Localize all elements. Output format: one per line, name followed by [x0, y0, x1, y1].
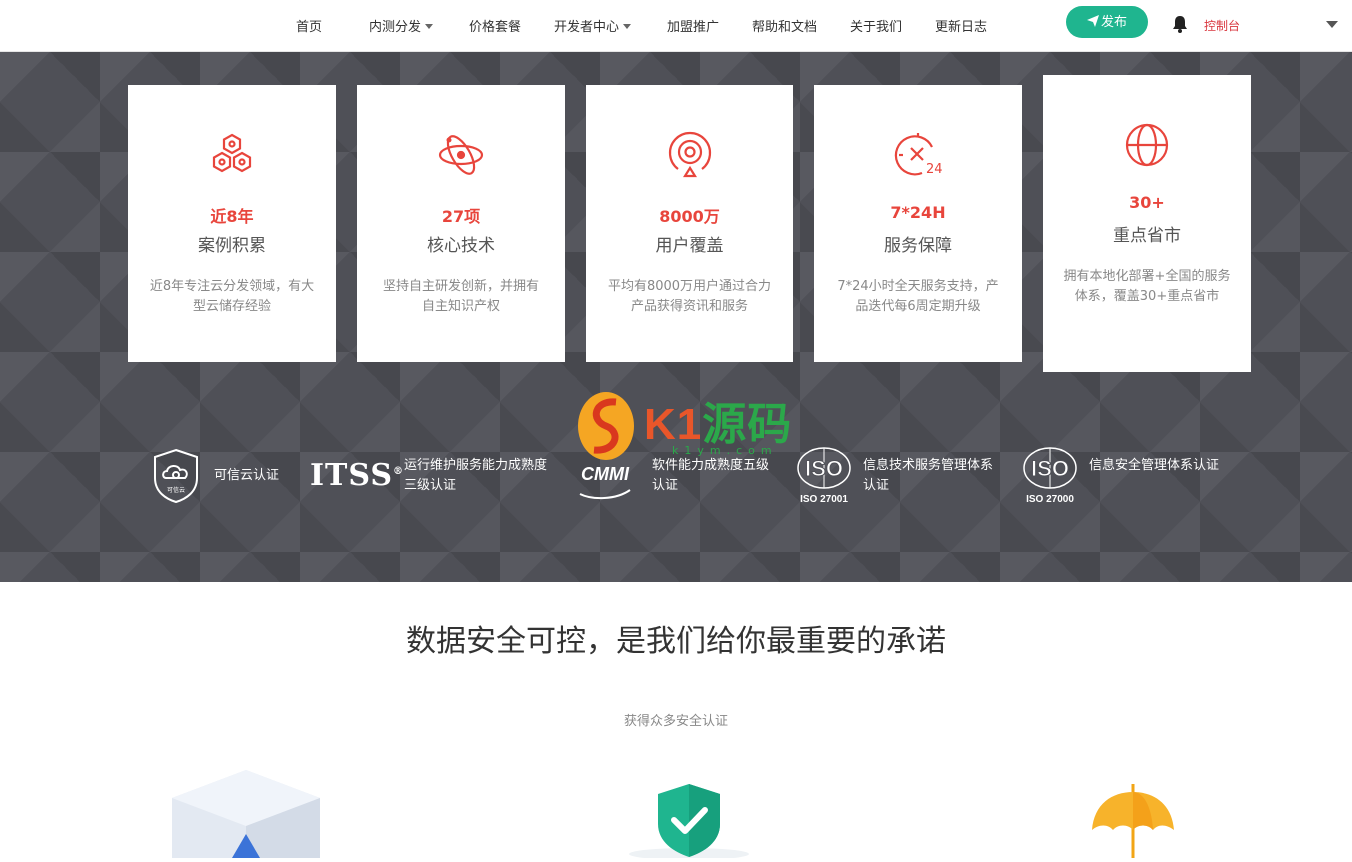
globe-icon — [1123, 121, 1171, 169]
stat-value: 8000万 — [659, 207, 720, 226]
watermark: K1源码 k1ym.com — [574, 388, 794, 508]
stat-value: 30+ — [1129, 193, 1165, 212]
nav-developer-center[interactable]: 开发者中心 — [554, 16, 632, 35]
svg-text:24: 24 — [926, 162, 942, 177]
bell-icon[interactable] — [1172, 15, 1188, 33]
stat-desc: 近8年专注云分发领域，有大型云储存经验 — [149, 279, 315, 314]
stat-card: 近8年 案例积累 近8年专注云分发领域，有大型云储存经验 — [128, 85, 336, 362]
nav-beta-distribution[interactable]: 内测分发 — [369, 16, 434, 35]
cubes-icon — [208, 131, 256, 179]
svg-text:ISO 27001: ISO 27001 — [800, 494, 848, 505]
location-target-icon — [666, 131, 714, 179]
watermark-sub: k1ym.com — [672, 444, 778, 457]
console-link[interactable]: 控制台 — [1204, 17, 1240, 34]
stat-value: 近8年 — [210, 207, 254, 226]
stat-desc: 平均有8000万用户通过合力产品获得资讯和服务 — [607, 279, 772, 314]
caret-down-icon — [425, 24, 434, 29]
stat-desc: 7*24小时全天服务支持，产品迭代每6周定期升级 — [837, 279, 999, 314]
iso-27000-logo: ISO ISO 27000 — [1022, 446, 1078, 510]
watermark-text: K1源码 — [644, 388, 792, 452]
svg-text:ISO: ISO — [1031, 456, 1069, 481]
nav-pricing[interactable]: 价格套餐 — [469, 16, 521, 35]
watermark-text-b: 源码 — [702, 400, 793, 449]
cert-label: 可信云认证 — [214, 468, 280, 483]
cert-label: 信息安全管理体系认证 — [1089, 458, 1220, 473]
security-title: 数据安全可控，是我们给你最重要的承诺 — [406, 624, 946, 659]
shield-check-icon — [624, 780, 754, 862]
umbrella-icon — [1086, 784, 1182, 862]
nav-beta-distribution-label: 内测分发 — [369, 20, 422, 35]
nav-help-docs[interactable]: 帮助和文档 — [752, 16, 817, 35]
hero-section: 近8年 案例积累 近8年专注云分发领域，有大型云储存经验 27项 核心技术 坚持… — [0, 52, 1352, 582]
stat-desc: 拥有本地化部署+全国的服务体系，覆盖30+重点省市 — [1063, 269, 1231, 304]
iso-27001-logo: ISO ISO 27001 — [796, 446, 852, 510]
stat-label: 核心技术 — [427, 236, 495, 256]
svg-text:可信云: 可信云 — [167, 486, 185, 494]
stat-label: 服务保障 — [884, 236, 952, 256]
stat-value: 27项 — [441, 207, 481, 226]
top-nav: 首页 内测分发 价格套餐 开发者中心 加盟推广 帮助和文档 关于我们 更新日志 … — [0, 0, 1352, 52]
send-icon — [1086, 6, 1099, 38]
watermark-text-a: K1 — [644, 400, 703, 449]
stat-label: 重点省市 — [1113, 226, 1181, 246]
security-subtitle: 获得众多安全认证 — [623, 714, 728, 729]
trusted-cloud-badge: 可信云 — [152, 448, 200, 508]
atom-icon — [437, 131, 485, 179]
stat-desc: 坚持自主研发创新，并拥有自主知识产权 — [382, 279, 539, 314]
nav-developer-center-label: 开发者中心 — [554, 20, 620, 35]
itss-logo-text: ITSS — [310, 458, 394, 493]
itss-logo: ITSS® — [310, 458, 405, 493]
publish-button[interactable]: 发布 — [1066, 6, 1148, 38]
stat-label: 用户覆盖 — [655, 236, 724, 256]
cert-label: 信息技术服务管理体系认证 — [863, 458, 994, 493]
caret-down-icon — [623, 24, 632, 29]
nav-about[interactable]: 关于我们 — [850, 16, 902, 35]
nav-changelog[interactable]: 更新日志 — [935, 16, 987, 35]
stat-card: 30+ 重点省市 拥有本地化部署+全国的服务体系，覆盖30+重点省市 — [1043, 75, 1251, 372]
svg-text:ISO: ISO — [805, 456, 843, 481]
clock-24-icon: 24 — [894, 131, 943, 179]
watermark-logo-icon — [576, 390, 638, 470]
publish-label: 发布 — [1100, 15, 1127, 30]
svg-text:ISO 27000: ISO 27000 — [1026, 494, 1074, 505]
nav-home[interactable]: 首页 — [296, 16, 322, 35]
stat-card: 8000万 用户覆盖 平均有8000万用户通过合力产品获得资讯和服务 — [586, 85, 793, 362]
stat-value: 7*24H — [890, 203, 946, 222]
stat-card: 27项 核心技术 坚持自主研发创新，并拥有自主知识产权 — [357, 85, 565, 362]
nav-partner[interactable]: 加盟推广 — [667, 16, 719, 35]
stat-card: 24 7*24H 服务保障 7*24小时全天服务支持，产品迭代每6周定期升级 — [814, 85, 1022, 362]
stat-label: 案例积累 — [198, 236, 266, 256]
cert-label: 运行维护服务能力成熟度三级认证 — [404, 458, 548, 493]
cube-shield-icon — [170, 770, 322, 862]
caret-down-icon[interactable] — [1326, 21, 1338, 28]
